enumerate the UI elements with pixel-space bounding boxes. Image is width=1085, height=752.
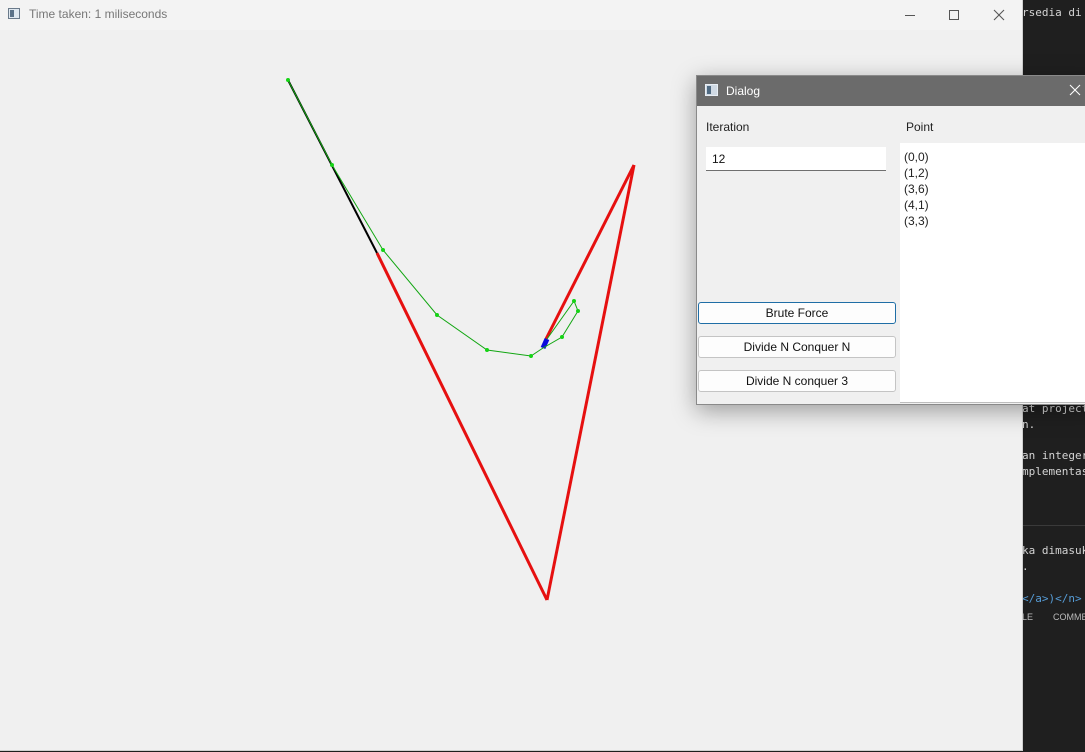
editor-tag-line: </a>)</n> (1022, 592, 1082, 605)
hull-line (545, 164, 636, 601)
close-button[interactable] (976, 0, 1022, 30)
editor-status-right: COMME (1053, 612, 1085, 622)
hull-line (544, 164, 636, 340)
window-title: Time taken: 1 miliseconds (29, 7, 168, 21)
curve-point (529, 354, 533, 358)
editor-line: n. (1022, 418, 1036, 431)
main-titlebar[interactable]: Time taken: 1 miliseconds (0, 0, 1022, 30)
editor-line: mplementas (1022, 465, 1085, 478)
dialog-title: Dialog (726, 84, 761, 98)
point-entry: (1,2) (904, 166, 929, 180)
iteration-input[interactable] (706, 147, 886, 171)
brute-force-button[interactable]: Brute Force (698, 302, 896, 324)
curve-point (572, 299, 576, 303)
curve-point (435, 313, 439, 317)
editor-line: rsedia di (1022, 6, 1082, 19)
dialog-close-icon[interactable] (1069, 84, 1081, 96)
divide-n-conquer-n-button[interactable]: Divide N Conquer N (698, 336, 896, 358)
point-entry: (3,6) (904, 182, 929, 196)
editor-line: ka dimasuk (1022, 544, 1085, 557)
curve-point (330, 163, 334, 167)
maximize-button[interactable] (931, 0, 977, 30)
points-textbox[interactable]: (0,0) (1,2) (3,6) (4,1) (3,3) (900, 143, 1085, 403)
curve-point (485, 348, 489, 352)
hull-line (375, 252, 549, 601)
editor-line: an integer (1022, 449, 1085, 462)
editor-divider (1022, 525, 1085, 526)
close-icon (993, 9, 1005, 21)
minimize-icon (905, 15, 915, 16)
point-entry: (0,0) (904, 150, 929, 164)
curve-path (287, 79, 579, 357)
curve-point (381, 248, 385, 252)
dialog-app-icon (705, 84, 718, 96)
app-icon (8, 8, 20, 19)
divide-n-conquer-3-button[interactable]: Divide N conquer 3 (698, 370, 896, 392)
maximize-icon (949, 10, 959, 20)
dialog-titlebar[interactable]: Dialog (697, 76, 1085, 106)
point-entry: (3,3) (904, 214, 929, 228)
iteration-label: Iteration (706, 120, 750, 134)
point-label: Point (906, 120, 934, 134)
minimize-button[interactable] (887, 0, 933, 30)
curve-point (286, 78, 290, 82)
curve-point (560, 335, 564, 339)
point-entry: (4,1) (904, 198, 929, 212)
editor-status-left: LE (1022, 612, 1034, 622)
curve-point (576, 309, 580, 313)
